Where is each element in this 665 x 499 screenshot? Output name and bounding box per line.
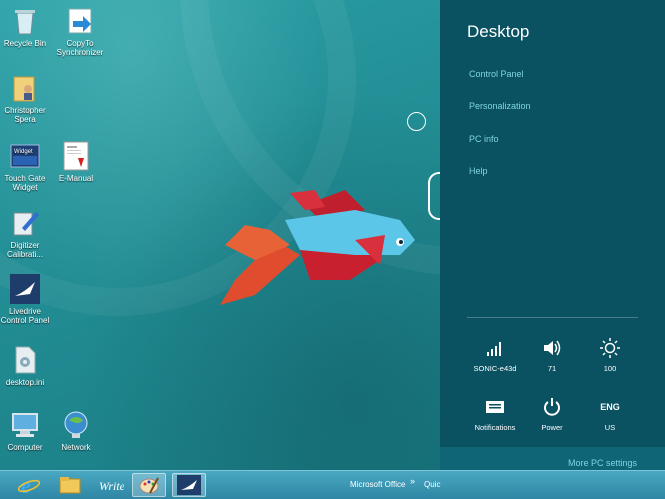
- explorer-taskbar-button[interactable]: [53, 473, 87, 497]
- power-icon: [522, 397, 582, 417]
- computer-icon: [10, 410, 40, 440]
- betta-fish-wallpaper: [220, 190, 415, 305]
- paint-icon: [139, 477, 159, 494]
- copyto-icon: [65, 6, 95, 36]
- wifi-signal-icon: [465, 338, 525, 358]
- desktop-icon-digitizer-calibration[interactable]: Digitizer Calibrati...: [0, 208, 55, 259]
- svg-text:Write: Write: [99, 479, 124, 493]
- help-link[interactable]: Help: [469, 166, 488, 176]
- keyboard-language-button[interactable]: ENG US: [580, 397, 640, 432]
- explorer-icon: [59, 477, 81, 494]
- ie-icon: e: [18, 474, 40, 496]
- notifications-button[interactable]: Notifications: [465, 397, 525, 432]
- brightness-icon: [580, 338, 640, 358]
- volume-button[interactable]: 71: [522, 338, 582, 373]
- recycle-bin-icon: [10, 6, 40, 36]
- desktop-icon-e-manual[interactable]: E-Manual: [46, 141, 106, 183]
- network-icon: [61, 410, 91, 440]
- desktop-icon-user-folder[interactable]: Christopher Spera: [0, 73, 55, 124]
- paint-taskbar-button[interactable]: [132, 473, 166, 497]
- quick-launch-toolbar[interactable]: Quic: [424, 480, 440, 489]
- network-name: SONIC-e43d: [473, 364, 517, 373]
- pdf-icon: [61, 141, 91, 171]
- control-panel-link[interactable]: Control Panel: [469, 69, 524, 79]
- livedrive-icon: [177, 475, 201, 495]
- desktop-icon-copyto-synchronizer[interactable]: CopyTo Synchronizer: [50, 6, 110, 57]
- brightness-level: 100: [603, 364, 617, 373]
- pc-info-link[interactable]: PC info: [469, 134, 499, 144]
- decor-ring-icon: [407, 112, 426, 131]
- ie-taskbar-button[interactable]: e: [12, 473, 46, 497]
- charm-divider: [467, 317, 638, 318]
- microsoft-office-toolbar[interactable]: Microsoft Office: [350, 480, 405, 489]
- network-status-button[interactable]: SONIC-e43d: [465, 338, 525, 373]
- widget-badge: Widget: [14, 149, 33, 155]
- digitizer-icon: [10, 208, 40, 238]
- notifications-icon: [465, 397, 525, 417]
- desktop-icon-network[interactable]: Network: [46, 410, 106, 452]
- more-pc-settings-label: More PC settings: [567, 458, 637, 468]
- desktop-icon-desktop-ini[interactable]: desktop.ini: [0, 345, 55, 387]
- widget-icon: Widget: [10, 141, 40, 171]
- toolbar-overflow-chevron[interactable]: »: [410, 476, 415, 486]
- desktop-icon-livedrive-control-panel[interactable]: Livedrive Control Panel: [0, 274, 55, 325]
- desktop[interactable]: Recycle Bin CopyTo Synchronizer Christop…: [0, 0, 440, 470]
- writer-icon: Write: [99, 479, 124, 493]
- charm-edge-indicator: [428, 172, 440, 220]
- keyboard-layout: US: [604, 423, 616, 432]
- settings-charm-panel: Desktop Control Panel Personalization PC…: [440, 0, 665, 470]
- notifications-label: Notifications: [474, 423, 516, 432]
- power-label: Power: [541, 423, 563, 432]
- livedrive-icon: [10, 274, 40, 304]
- charm-panel-title: Desktop: [467, 22, 530, 41]
- keyboard-language-icon: ENG: [600, 402, 620, 412]
- writer-taskbar-button[interactable]: Write: [94, 473, 128, 497]
- volume-level: 71: [547, 364, 557, 373]
- personalization-link[interactable]: Personalization: [469, 101, 531, 111]
- volume-icon: [522, 338, 582, 358]
- user-folder-icon: [10, 73, 40, 103]
- taskbar: e Write Microsoft Office » Quic: [0, 470, 665, 499]
- livedrive-taskbar-button[interactable]: [172, 473, 206, 497]
- brightness-button[interactable]: 100: [580, 338, 640, 373]
- desktop-icon-recycle-bin[interactable]: Recycle Bin: [0, 6, 55, 48]
- ini-file-icon: [10, 345, 40, 375]
- power-button[interactable]: Power: [522, 397, 582, 432]
